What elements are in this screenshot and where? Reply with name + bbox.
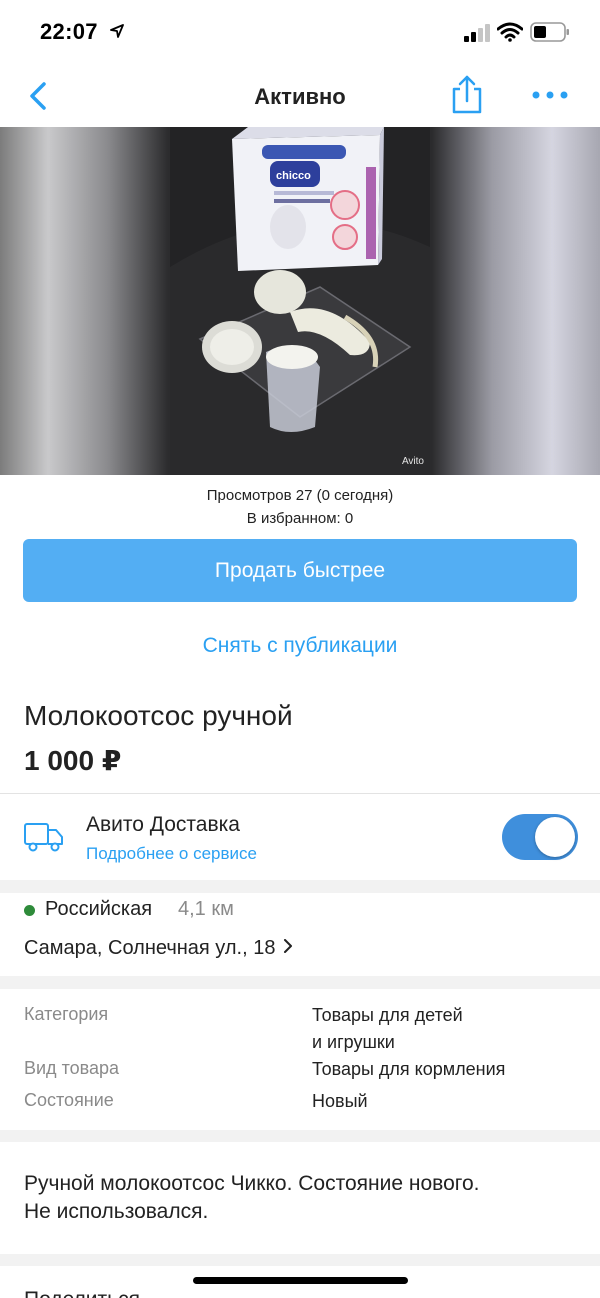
more-icon[interactable] xyxy=(528,82,572,108)
param-value-line: и игрушки xyxy=(312,1032,395,1052)
svg-text:chicco: chicco xyxy=(276,170,311,182)
param-value-condition: Новый xyxy=(312,1091,368,1111)
unpublish-button[interactable]: Снять с публикации xyxy=(0,634,600,658)
nav-bar: Активно xyxy=(0,64,600,128)
address-link[interactable]: Самара, Солнечная ул., 18 xyxy=(24,937,293,960)
sell-faster-button[interactable]: Продать быстрее xyxy=(23,539,577,602)
battery-icon xyxy=(530,22,569,42)
product-image: chicco xyxy=(170,127,430,475)
metro-line-icon xyxy=(24,905,35,916)
address-text: Самара, Солнечная ул., 18 xyxy=(24,937,276,959)
divider xyxy=(0,793,600,794)
listing-description: Ручной молокоотсос Чикко. Состояние ново… xyxy=(24,1170,576,1226)
truck-icon xyxy=(24,823,63,852)
section-gap xyxy=(0,976,600,989)
watermark: Avito xyxy=(401,456,424,467)
param-value-type: Товары для кормления xyxy=(312,1059,506,1079)
signal-icon xyxy=(464,24,490,42)
delivery-info-link[interactable]: Подробнее о сервисе xyxy=(86,844,257,864)
param-value-line: Товары для детей xyxy=(312,1005,463,1025)
metro-distance: 4,1 км xyxy=(178,898,234,920)
listing-stats: Просмотров 27 (0 сегодня) В избранном: 0 xyxy=(0,484,600,530)
section-gap xyxy=(0,1254,600,1266)
description-line: Не использовался. xyxy=(24,1200,209,1223)
listing-title: Молокоотсос ручной xyxy=(24,700,293,731)
section-gap xyxy=(0,1130,600,1142)
param-label-condition: Состояние xyxy=(24,1090,114,1110)
status-time: 22:07 xyxy=(40,19,98,44)
wifi-icon xyxy=(497,22,523,42)
home-indicator[interactable] xyxy=(193,1277,408,1284)
section-gap xyxy=(0,880,600,893)
description-line: Ручной молокоотсос Чикко. Состояние ново… xyxy=(24,1172,480,1195)
share-section-title: Поделиться xyxy=(24,1288,140,1298)
status-bar: 22:07 xyxy=(0,0,600,64)
location-arrow-icon xyxy=(110,24,124,38)
delivery-toggle[interactable] xyxy=(502,814,578,860)
param-label-type: Вид товара xyxy=(24,1058,120,1078)
param-label-category: Категория xyxy=(24,1004,109,1024)
product-photo[interactable]: chicco Avito xyxy=(0,127,600,475)
listing-price: 1 000 ₽ xyxy=(24,745,122,776)
chevron-right-icon xyxy=(284,939,293,953)
delivery-title: Авито Доставка xyxy=(86,813,240,836)
favorites-count: В избранном: 0 xyxy=(246,510,354,527)
param-value-category: Товары для детей и игрушки xyxy=(312,1002,463,1056)
toggle-knob xyxy=(535,817,575,857)
metro-station: Российская xyxy=(45,898,153,920)
views-count: Просмотров 27 (0 сегодня) xyxy=(206,487,394,504)
share-icon[interactable] xyxy=(448,74,486,114)
page-title: Активно xyxy=(254,84,346,109)
